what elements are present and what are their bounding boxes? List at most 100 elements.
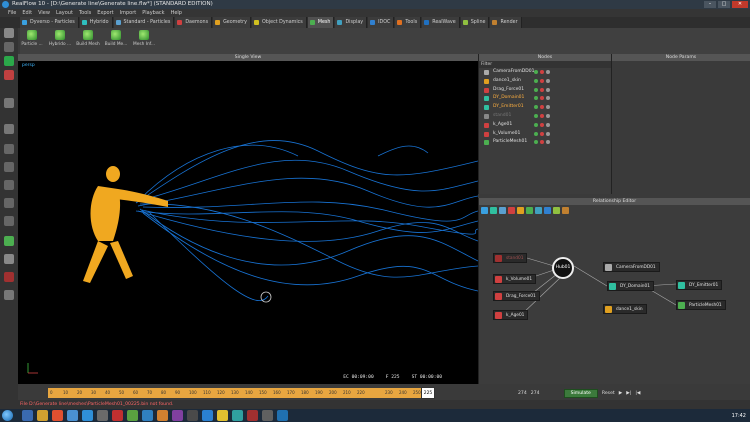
tab-object-dynamics[interactable]: Object Dynamics [252,17,307,28]
viewport-panel[interactable]: Single View persp EC 00:09:00 F 225 ST 0… [18,54,478,384]
sphere-tool-icon[interactable] [4,162,14,172]
tab-standard-particles[interactable]: Standard - Particles [113,17,175,28]
app-icon[interactable] [97,410,108,421]
end-frame-field[interactable]: 274 [531,391,540,396]
timeline-ruler[interactable]: 0 10 20 30 40 50 60 70 80 90 100 110 120… [48,388,428,398]
app-icon[interactable] [217,410,228,421]
tab-geometry[interactable]: Geometry [213,17,251,28]
app-icon[interactable] [277,410,288,421]
node-row[interactable]: ParticleMesh01 [479,138,611,147]
media-icon[interactable] [52,410,63,421]
scale-tool-icon[interactable] [4,70,14,80]
tab-spline[interactable]: Spline [460,17,490,28]
menu-export[interactable]: Export [97,9,113,17]
menu-layout[interactable]: Layout [56,9,73,17]
node-row[interactable]: DY_Emitter01 [479,103,611,112]
menu-file[interactable]: File [8,9,16,17]
relationship-editor-panel[interactable]: Relationship Editor Hub01 stand01 k_Volu… [478,198,750,384]
graph-node[interactable]: k_Age01 [493,310,529,320]
tab-hybrido[interactable]: Hybrido [79,17,113,28]
graph-node[interactable]: ParticleMesh01 [676,300,726,310]
graph-node[interactable]: CameraFromDD01 [603,262,660,272]
explorer-icon[interactable] [22,410,33,421]
cube-tool-icon[interactable] [4,180,14,190]
app-icon[interactable] [187,410,198,421]
app-icon[interactable] [247,410,258,421]
folder-icon[interactable] [37,410,48,421]
app-icon[interactable] [157,410,168,421]
tab-idoc[interactable]: IDOC [368,17,395,28]
graph-node[interactable]: k_Volume01 [493,274,537,284]
node-row[interactable]: k_Volume01 [479,130,611,139]
playhead-frame[interactable]: 225 [421,387,435,399]
particle-mesh-button[interactable]: Particle ... [20,30,44,54]
close-button[interactable]: ✕ [732,1,748,8]
step-back-icon[interactable]: |◀ [635,391,640,396]
node-row[interactable]: Drag_Force01 [479,86,611,95]
app-icon[interactable] [127,410,138,421]
tab-daemons[interactable]: Daemons [175,17,213,28]
tab-render[interactable]: Render [490,17,522,28]
menu-import[interactable]: Import [120,9,137,17]
start-frame-field[interactable]: 274 [518,391,527,396]
pencil-tool-icon[interactable] [4,98,14,108]
daemon-tool-icon[interactable] [4,272,14,282]
app-icon[interactable] [202,410,213,421]
browser-icon[interactable] [67,410,78,421]
mesh-info-button[interactable]: Mesh Inf... [132,30,156,54]
maximize-button[interactable]: □ [718,1,730,8]
app-icon[interactable] [172,410,183,421]
simulate-button[interactable]: Simulate [563,388,598,398]
graph-node[interactable]: Drag_Force01 [493,291,540,301]
realflow-icon[interactable] [82,410,93,421]
app-icon[interactable] [142,410,153,421]
build-mesh-sequence-button[interactable]: Build Me... [104,30,128,54]
move-tool-icon[interactable] [4,42,14,52]
grid-tool-icon[interactable] [4,144,14,154]
tab-display[interactable]: Display [335,17,368,28]
hybrido-mesh-button[interactable]: Hybrido ... [48,30,72,54]
rotate-tool-icon[interactable] [4,56,14,66]
timeline[interactable]: 0 10 20 30 40 50 60 70 80 90 100 110 120… [18,386,478,400]
start-button[interactable] [2,410,13,421]
settings-tool-icon[interactable] [4,290,14,300]
node-row[interactable]: k_Age01 [479,121,611,130]
step-forward-icon[interactable]: ▶| [626,391,631,396]
daemon-icon [484,87,489,93]
play-icon[interactable]: ▶ [619,391,623,396]
menu-view[interactable]: View [38,9,50,17]
nodes-filter[interactable]: Filter [479,61,611,68]
app-icon[interactable] [232,410,243,421]
tab-mesh[interactable]: Mesh [307,17,335,28]
node-row[interactable]: DY_Domain01 [479,94,611,103]
app-icon[interactable] [262,410,273,421]
tab-tools[interactable]: Tools [395,17,422,28]
app-icon[interactable] [112,410,123,421]
link-tool-icon[interactable] [4,236,14,246]
graph-node[interactable]: dance1_skin [603,304,647,314]
graph-node[interactable]: DY_Emitter01 [676,280,723,290]
graph-node[interactable]: DY_Domain01 [607,281,654,291]
frame-counter: F 225 [385,375,400,380]
node-row[interactable]: CameraFromDD01 [479,68,611,77]
tab-dyverso[interactable]: Dyverso - Particles [20,17,79,28]
menu-playback[interactable]: Playback [142,9,164,17]
graph-node[interactable]: stand01 [493,253,528,263]
reset-button[interactable]: Reset [602,391,615,396]
menu-tools[interactable]: Tools [79,9,91,17]
menu-edit[interactable]: Edit [22,9,32,17]
menu-help[interactable]: Help [171,9,182,17]
viewport-scene[interactable] [18,61,478,381]
hub-node[interactable]: Hub01 [552,257,574,279]
cylinder-tool-icon[interactable] [4,198,14,208]
orbit-tool-icon[interactable] [4,124,14,134]
node-row[interactable]: dance1_skin [479,77,611,86]
minimize-button[interactable]: – [704,1,716,8]
status-bar: File D:\Generate line\meshes\ParticleMes… [0,400,750,409]
select-tool-icon[interactable] [4,28,14,38]
node-row[interactable]: stand01 [479,112,611,121]
torus-tool-icon[interactable] [4,216,14,226]
camera-tool-icon[interactable] [4,254,14,264]
build-mesh-button[interactable]: Build Mesh [76,30,100,54]
tab-realwave[interactable]: RealWave [422,17,460,28]
